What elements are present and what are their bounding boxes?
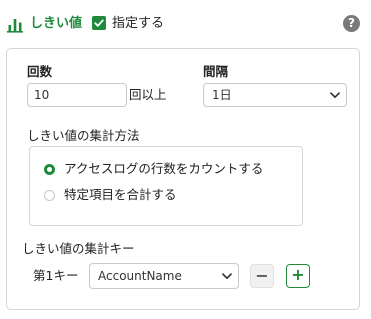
enable-threshold-label[interactable]: 指定する bbox=[112, 15, 164, 33]
radio-count-lines[interactable] bbox=[44, 164, 55, 175]
key-select-value: AccountName bbox=[98, 269, 182, 283]
key-select[interactable]: AccountName bbox=[89, 263, 239, 289]
count-input[interactable]: 10 bbox=[27, 83, 127, 107]
interval-select-value: 1日 bbox=[212, 88, 232, 102]
threshold-settings-panel: 回数 10 回以上 間隔 1日 しきい値の集計方法 アクセスログの行数をカウント… bbox=[6, 48, 360, 310]
chevron-down-icon bbox=[330, 84, 340, 106]
question-circle-icon[interactable]: ? bbox=[343, 15, 360, 32]
count-suffix: 回以上 bbox=[129, 87, 167, 102]
radio-count-lines-label[interactable]: アクセスログの行数をカウントする bbox=[64, 161, 263, 177]
method-label: しきい値の集計方法 bbox=[27, 128, 140, 143]
interval-label: 間隔 bbox=[203, 64, 229, 79]
radio-sum-field-label[interactable]: 特定項目を合計する bbox=[64, 187, 177, 203]
method-radio-group: アクセスログの行数をカウントする 特定項目を合計する bbox=[29, 146, 303, 226]
threshold-header: しきい値 指定する ? bbox=[0, 12, 371, 36]
radio-sum-field[interactable] bbox=[44, 190, 55, 201]
count-label: 回数 bbox=[27, 64, 53, 79]
minus-icon: − bbox=[255, 266, 269, 285]
key-label: しきい値の集計キー bbox=[22, 241, 135, 256]
add-key-button[interactable]: + bbox=[286, 264, 310, 288]
enable-threshold-checkbox[interactable] bbox=[92, 16, 106, 30]
threshold-title: しきい値 bbox=[30, 16, 83, 31]
plus-icon: + bbox=[291, 265, 305, 284]
chevron-down-icon bbox=[222, 264, 232, 288]
interval-select[interactable]: 1日 bbox=[203, 83, 347, 107]
check-icon bbox=[94, 19, 104, 27]
bar-chart-icon bbox=[6, 15, 24, 33]
remove-key-button[interactable]: − bbox=[250, 264, 274, 288]
key-row-label: 第1キー bbox=[33, 268, 79, 283]
